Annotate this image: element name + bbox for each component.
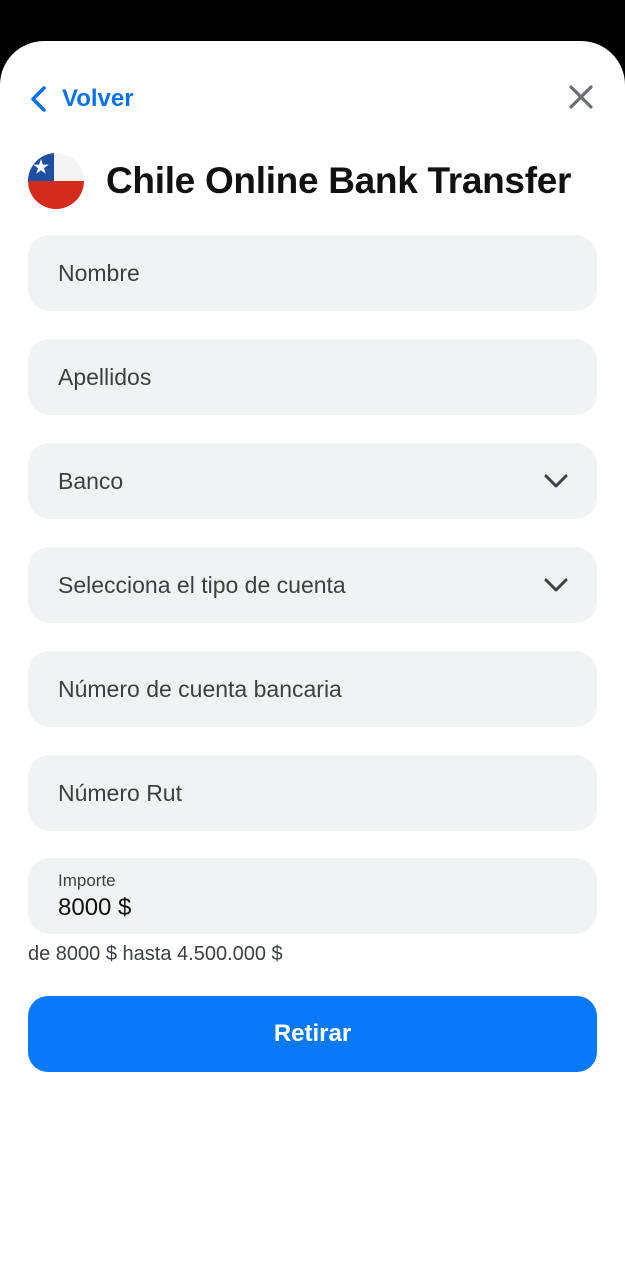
close-icon <box>568 84 594 115</box>
back-button[interactable]: Volver <box>28 79 134 119</box>
chevron-down-icon <box>543 469 569 496</box>
last-name-placeholder: Apellidos <box>58 363 152 390</box>
amount-range-hint: de 8000 $ hasta 4.500.000 $ <box>28 943 283 965</box>
amount-input[interactable]: Importe 8000 $ <box>28 858 597 934</box>
amount-value: 8000 $ <box>58 894 132 921</box>
last-name-input[interactable]: Apellidos <box>28 339 597 415</box>
amount-label: Importe <box>58 871 116 890</box>
account-type-select[interactable]: Selecciona el tipo de cuenta <box>28 547 597 623</box>
chevron-down-icon <box>543 573 569 600</box>
close-button[interactable] <box>563 81 599 117</box>
first-name-placeholder: Nombre <box>58 259 140 286</box>
chevron-left-icon <box>28 84 50 114</box>
account-type-placeholder: Selecciona el tipo de cuenta <box>58 571 346 598</box>
page-title: Chile Online Bank Transfer <box>106 160 572 201</box>
account-number-input[interactable]: Número de cuenta bancaria <box>28 651 597 727</box>
rut-input[interactable]: Número Rut <box>28 755 597 831</box>
nav-bar: Volver <box>0 41 625 153</box>
first-name-input[interactable]: Nombre <box>28 235 597 311</box>
account-number-placeholder: Número de cuenta bancaria <box>58 675 342 702</box>
bank-select[interactable]: Banco <box>28 443 597 519</box>
chile-flag-icon <box>28 153 84 209</box>
withdrawal-sheet: Volver Chile Online Bank Transfer Nombre… <box>0 41 625 1280</box>
bank-placeholder: Banco <box>58 467 124 494</box>
rut-placeholder: Número Rut <box>58 779 182 806</box>
back-label: Volver <box>62 85 134 112</box>
page-header: Chile Online Bank Transfer <box>28 152 571 210</box>
withdraw-button[interactable]: Retirar <box>28 996 597 1072</box>
